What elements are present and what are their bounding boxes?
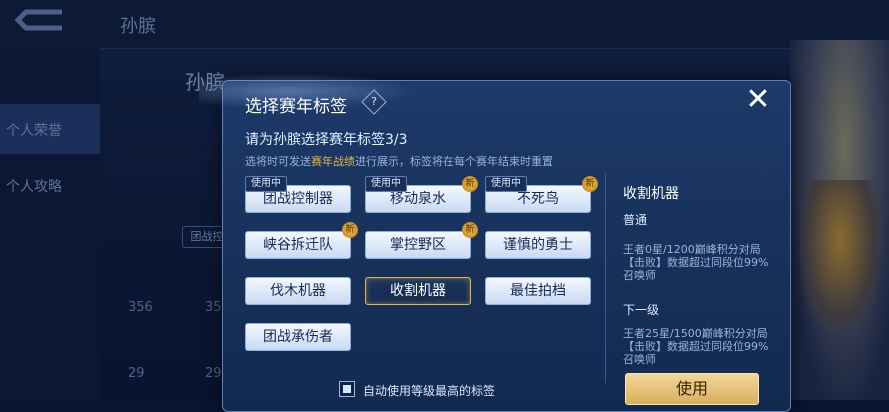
divider <box>605 173 606 383</box>
detail-next-description: 王者25星/1500巅峰积分对局【击败】数据超过同段位99%召唤师 <box>623 327 769 366</box>
tag-button[interactable]: 谨慎的勇士 <box>485 231 591 259</box>
tag-button[interactable]: 伐木机器 <box>245 277 351 305</box>
page-title: 孙膑 <box>120 16 156 37</box>
tag-button[interactable]: 最佳拍档 <box>485 277 591 305</box>
sidebar-item-honor[interactable]: 个人荣誉 <box>6 120 62 140</box>
description-text: 进行展示，标签将在每个赛年结束时重置 <box>355 155 553 168</box>
season-tag-dialog: 选择赛年标签 ? ✕ 请为孙膑选择赛年标签3/3 选将时可发送赛年战绩进行展示，… <box>199 73 791 412</box>
tag-label: 掌控野区 <box>390 237 446 253</box>
new-badge: 新 <box>582 176 598 192</box>
tag-button[interactable]: 团战承伤者 <box>245 323 351 351</box>
use-button[interactable]: 使用 <box>625 373 759 405</box>
tag-button[interactable]: 掌控野区新 <box>365 222 478 259</box>
auto-use-label: 自动使用等级最高的标签 <box>363 384 496 398</box>
in-use-badge: 使用中 <box>365 176 407 192</box>
hero-artwork-detail <box>800 180 880 330</box>
auto-use-checkbox[interactable] <box>339 381 355 397</box>
new-badge: 新 <box>462 176 478 192</box>
tag-button[interactable]: 收割机器 <box>365 277 471 305</box>
tag-label: 收割机器 <box>390 283 446 299</box>
dialog-description: 选将时可发送赛年战绩进行展示，标签将在每个赛年结束时重置 <box>245 153 553 169</box>
stat-value: 35 <box>205 300 222 315</box>
tag-label: 移动泉水 <box>390 191 446 207</box>
dialog-subtitle: 请为孙膑选择赛年标签3/3 <box>245 132 408 148</box>
stat-value: 356 <box>128 300 153 315</box>
tag-label: 团战控制器 <box>263 191 333 207</box>
stat-value: 29 <box>128 366 145 381</box>
detail-level-description: 王者0星/1200巅峰积分对局【击败】数据超过同段位99%召唤师 <box>623 243 769 282</box>
sidebar: 个人荣誉 个人攻略 <box>0 48 100 400</box>
stat-value: 29 <box>205 366 222 381</box>
tag-button[interactable]: 峡谷拆迁队新 <box>245 222 358 259</box>
tag-label: 不死鸟 <box>517 191 559 207</box>
new-badge: 新 <box>342 222 358 238</box>
dialog-title: 选择赛年标签 <box>245 97 347 117</box>
detail-level-label: 普通 <box>623 213 648 227</box>
page-header: 孙膑 <box>0 0 889 49</box>
tag-label: 峡谷拆迁队 <box>263 237 333 253</box>
tag-label: 伐木机器 <box>270 283 326 299</box>
detail-title: 收割机器 <box>623 186 679 202</box>
in-use-badge: 使用中 <box>245 176 287 192</box>
tag-label: 谨慎的勇士 <box>503 237 573 253</box>
back-arrow-icon[interactable] <box>10 6 72 40</box>
description-text: 选将时可发送 <box>245 155 311 168</box>
description-highlight[interactable]: 赛年战绩 <box>311 155 355 168</box>
tag-button[interactable]: 移动泉水 使用中 新 <box>365 176 478 213</box>
in-use-badge: 使用中 <box>485 176 527 192</box>
sidebar-item-guide[interactable]: 个人攻略 <box>6 176 62 196</box>
close-button[interactable]: ✕ <box>743 85 773 115</box>
detail-next-label: 下一级 <box>623 303 660 317</box>
tag-label: 最佳拍档 <box>510 283 566 299</box>
tag-button[interactable]: 不死鸟 使用中 新 <box>485 176 598 213</box>
new-badge: 新 <box>462 222 478 238</box>
tag-label: 团战承伤者 <box>263 329 333 345</box>
help-symbol: ? <box>371 95 377 108</box>
tag-button[interactable]: 团战控制器 使用中 <box>245 176 351 213</box>
